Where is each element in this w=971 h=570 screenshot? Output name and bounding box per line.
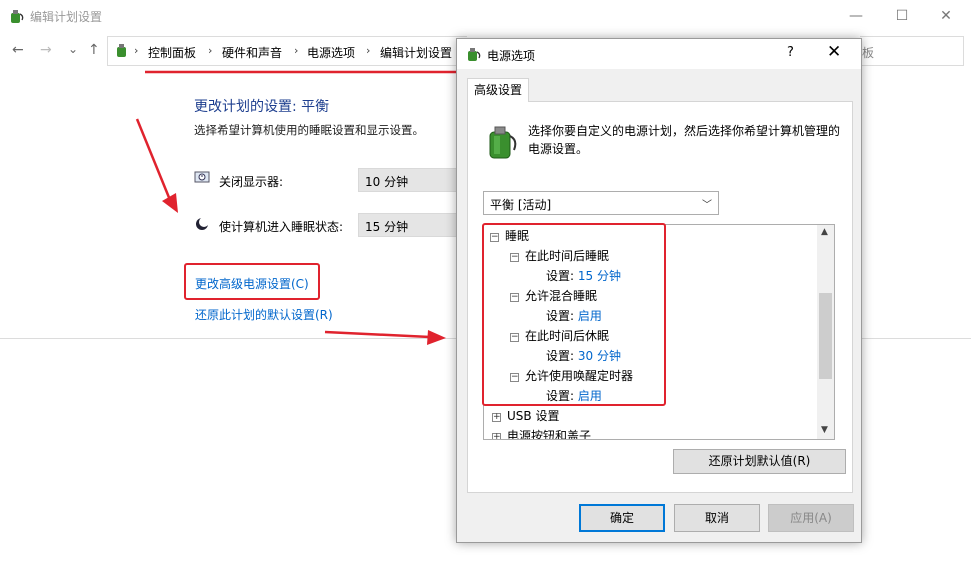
power-options-icon <box>465 46 481 65</box>
dialog-title: 电源选项 <box>487 49 536 63</box>
annotation-arrow-right <box>324 330 431 339</box>
annotation-arrowhead <box>427 330 446 345</box>
chevron-down-icon: ﹀ <box>702 200 712 211</box>
expand-icon[interactable]: + <box>492 413 501 422</box>
power-options-dialog: 电源选项 ? ✕ 选择你要自定义的电源计划，然后选择你希望计算机管理的电源设置。… <box>456 38 862 543</box>
tree-scrollbar[interactable]: ▲ ▼ <box>817 225 834 439</box>
restore-plan-defaults-button[interactable]: 还原计划默认值(R) <box>673 449 846 474</box>
dialog-titlebar: 电源选项 ? ✕ <box>457 39 861 69</box>
power-plan-value: 平衡 [活动] <box>490 198 552 212</box>
apply-button[interactable]: 应用(A) <box>768 504 854 532</box>
annotation-arrow-down <box>135 118 172 201</box>
scroll-down-icon[interactable]: ▼ <box>821 425 828 435</box>
tree-item-usb[interactable]: + USB 设置 <box>492 407 559 424</box>
scrollbar-thumb[interactable] <box>819 293 832 379</box>
tree-item-power-buttons[interactable]: + 电源按钮和盖子 <box>492 427 592 440</box>
ok-button[interactable]: 确定 <box>579 504 665 532</box>
battery-plug-icon <box>486 124 518 163</box>
expand-icon[interactable]: + <box>492 433 501 439</box>
highlight-box <box>482 223 666 406</box>
tree-label: USB 设置 <box>507 409 560 423</box>
help-button[interactable]: ? <box>787 45 794 60</box>
power-plan-select[interactable]: 平衡 [活动] ﹀ <box>483 191 719 215</box>
cancel-button[interactable]: 取消 <box>674 504 760 532</box>
tab-advanced-settings[interactable]: 高级设置 <box>467 78 529 102</box>
tree-label: 电源按钮和盖子 <box>507 429 592 440</box>
dialog-close-button[interactable]: ✕ <box>827 42 841 62</box>
scroll-up-icon[interactable]: ▲ <box>821 227 828 237</box>
dialog-description: 选择你要自定义的电源计划，然后选择你希望计算机管理的电源设置。 <box>528 124 841 156</box>
annotation-arrowhead <box>162 193 178 213</box>
